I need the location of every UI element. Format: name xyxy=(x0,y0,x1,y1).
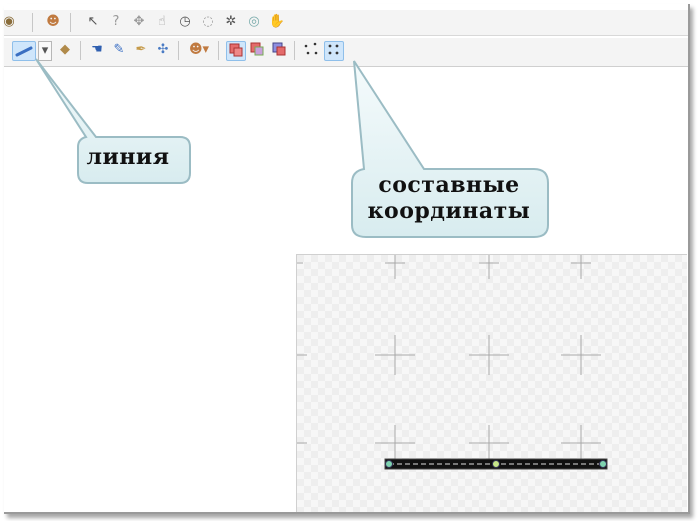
hand-fire-icon[interactable]: ✋ xyxy=(268,13,286,31)
scatter-points-icon[interactable] xyxy=(302,41,320,59)
toolbar-separator xyxy=(294,41,295,60)
user-icon[interactable]: ☻ xyxy=(44,13,62,31)
segment-end-point[interactable] xyxy=(599,460,607,468)
dotted-circle-icon[interactable]: ◌ xyxy=(199,13,217,31)
line-callout-label: линия xyxy=(86,144,170,170)
segment-mid-point[interactable] xyxy=(492,460,500,468)
toolbar-separator xyxy=(32,13,33,32)
segment-start-point[interactable] xyxy=(385,460,393,468)
line-segment[interactable] xyxy=(297,255,687,513)
drawing-canvas[interactable] xyxy=(296,254,687,513)
help-question-icon[interactable]: ? xyxy=(107,13,125,31)
screenshot-frame: ◉ ☻ ↖ ? ✥ ☝ ◷ ◌ ✲ ◎ ✋ ▾ ◆ ☚ ✎ ✒ ✣ ☻▾ лин… xyxy=(4,4,690,514)
clock-dial-icon[interactable]: ◷ xyxy=(176,13,194,31)
overlap-a-icon[interactable] xyxy=(226,41,246,61)
globe-icon[interactable]: ◉ xyxy=(4,13,18,31)
top-toolbar: ◉ ☻ ↖ ? ✥ ☝ ◷ ◌ ✲ ◎ ✋ xyxy=(4,10,688,36)
toolbar-separator xyxy=(70,13,71,32)
arrow-cursor-icon[interactable]: ↖ xyxy=(84,13,102,31)
hand-pointer-icon[interactable]: ☝ xyxy=(153,13,171,31)
overlap-b-icon[interactable] xyxy=(248,41,266,59)
move-cross-icon[interactable]: ✥ xyxy=(130,13,148,31)
overlap-c-icon[interactable] xyxy=(270,41,288,59)
composite-callout-label: составные координаты xyxy=(367,172,531,224)
ring-icon[interactable]: ◎ xyxy=(245,13,263,31)
gear-ring-icon[interactable]: ✲ xyxy=(222,13,240,31)
